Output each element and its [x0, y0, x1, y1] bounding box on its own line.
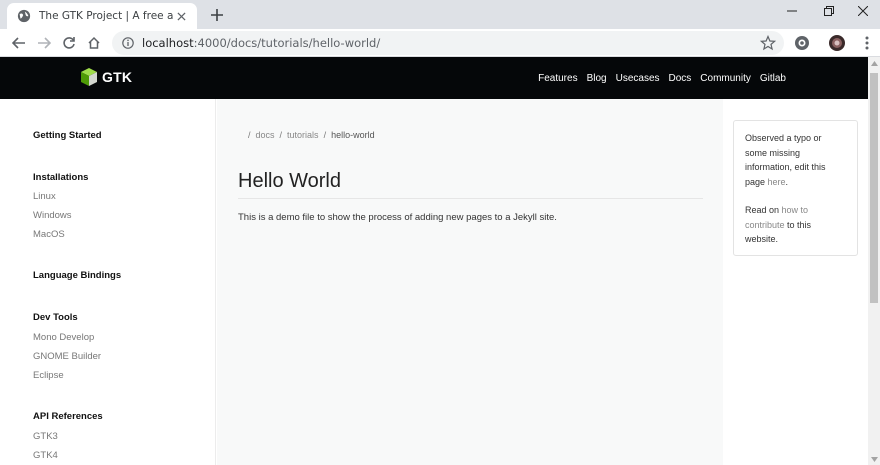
card-spacer: [745, 189, 846, 203]
close-icon[interactable]: [173, 8, 189, 24]
right-pane: Observed a typo or some missing informat…: [723, 99, 868, 465]
info-icon[interactable]: [122, 37, 134, 49]
brand-link[interactable]: GTK: [80, 67, 132, 87]
menu-kebab-icon[interactable]: [858, 34, 876, 52]
breadcrumb-current: hello-world: [331, 130, 375, 140]
browser-tabstrip: The GTK Project | A free and ope: [0, 0, 880, 29]
forward-icon[interactable]: [34, 33, 54, 53]
reload-icon[interactable]: [59, 33, 79, 53]
sidebar-item-linux[interactable]: Linux: [33, 191, 56, 202]
edit-here-link[interactable]: here: [768, 177, 786, 187]
sidebar-item-windows[interactable]: Windows: [33, 210, 72, 221]
back-icon[interactable]: [9, 33, 29, 53]
sidebar-heading-installations[interactable]: Installations: [33, 172, 88, 183]
breadcrumb-tutorials[interactable]: tutorials: [287, 130, 319, 140]
nav-blog[interactable]: Blog: [587, 73, 607, 84]
nav-gitlab[interactable]: Gitlab: [760, 73, 786, 84]
breadcrumb-docs[interactable]: docs: [256, 130, 275, 140]
minimize-icon[interactable]: [775, 0, 809, 22]
profile-avatar-icon[interactable]: [828, 34, 846, 52]
card-contribute-text: Read on how to contribute to this websit…: [745, 203, 846, 247]
sidebar-heading-api-references[interactable]: API References: [33, 411, 103, 422]
scroll-down-icon[interactable]: [868, 453, 880, 465]
page-title: Hello World: [238, 170, 341, 192]
sidebar-item-gnome-builder[interactable]: GNOME Builder: [33, 351, 101, 362]
breadcrumb-separator: /: [248, 130, 251, 140]
sidebar-heading-language-bindings[interactable]: Language Bindings: [33, 270, 121, 281]
card-edit-text: Observed a typo or some missing informat…: [745, 131, 846, 189]
home-icon[interactable]: [84, 33, 104, 53]
sidebar-item-eclipse[interactable]: Eclipse: [33, 370, 64, 381]
site-nav: Features Blog Usecases Docs Community Gi…: [538, 57, 786, 99]
url-text[interactable]: localhost:4000/docs/tutorials/hello-worl…: [142, 36, 380, 50]
edit-info-card: Observed a typo or some missing informat…: [733, 120, 858, 256]
docs-sidebar: Getting Started Installations Linux Wind…: [0, 99, 216, 465]
address-bar[interactable]: localhost:4000/docs/tutorials/hello-worl…: [112, 31, 784, 55]
globe-icon: [17, 9, 31, 23]
card-edit-suffix: .: [785, 176, 789, 187]
breadcrumb-separator: /: [279, 130, 283, 140]
sidebar-item-mono-develop[interactable]: Mono Develop: [33, 332, 94, 343]
nav-docs[interactable]: Docs: [669, 73, 692, 84]
url-host: localhost: [142, 36, 194, 50]
browser-toolbar: localhost:4000/docs/tutorials/hello-worl…: [0, 29, 880, 57]
scroll-up-icon[interactable]: [868, 57, 880, 69]
page-body: This is a demo file to show the process …: [238, 212, 557, 223]
sidebar-heading-getting-started[interactable]: Getting Started: [33, 130, 102, 141]
url-path: :4000/docs/tutorials/hello-world/: [193, 36, 381, 50]
scrollbar-thumb[interactable]: [870, 73, 878, 303]
card-contribute-prefix: Read on: [745, 205, 782, 215]
site-navbar: GTK Features Blog Usecases Docs Communit…: [0, 57, 868, 99]
page-scrollbar[interactable]: [868, 57, 880, 465]
breadcrumb-separator: /: [323, 130, 327, 140]
bookmark-star-icon[interactable]: [760, 35, 776, 51]
browser-tab[interactable]: The GTK Project | A free and ope: [7, 3, 197, 29]
new-tab-button[interactable]: [208, 6, 226, 24]
nav-features[interactable]: Features: [538, 73, 577, 84]
sidebar-item-gtk4[interactable]: GTK4: [33, 450, 58, 461]
window-close-icon[interactable]: [846, 0, 880, 22]
extension-icon[interactable]: [793, 34, 811, 52]
tab-title: The GTK Project | A free and ope: [39, 10, 173, 22]
nav-community[interactable]: Community: [700, 73, 751, 84]
main-content: / docs / tutorials / hello-world Hello World …: [217, 99, 723, 465]
gtk-logo-icon: [81, 68, 97, 86]
restore-icon[interactable]: [812, 0, 846, 22]
sidebar-item-macos[interactable]: MacOS: [33, 229, 65, 240]
sidebar-heading-dev-tools[interactable]: Dev Tools: [33, 312, 78, 323]
breadcrumb: / docs / tutorials / hello-world: [243, 130, 375, 140]
title-divider: [238, 198, 703, 199]
nav-usecases[interactable]: Usecases: [616, 73, 660, 84]
sidebar-item-gtk3[interactable]: GTK3: [33, 431, 58, 442]
brand-name: GTK: [102, 69, 133, 85]
